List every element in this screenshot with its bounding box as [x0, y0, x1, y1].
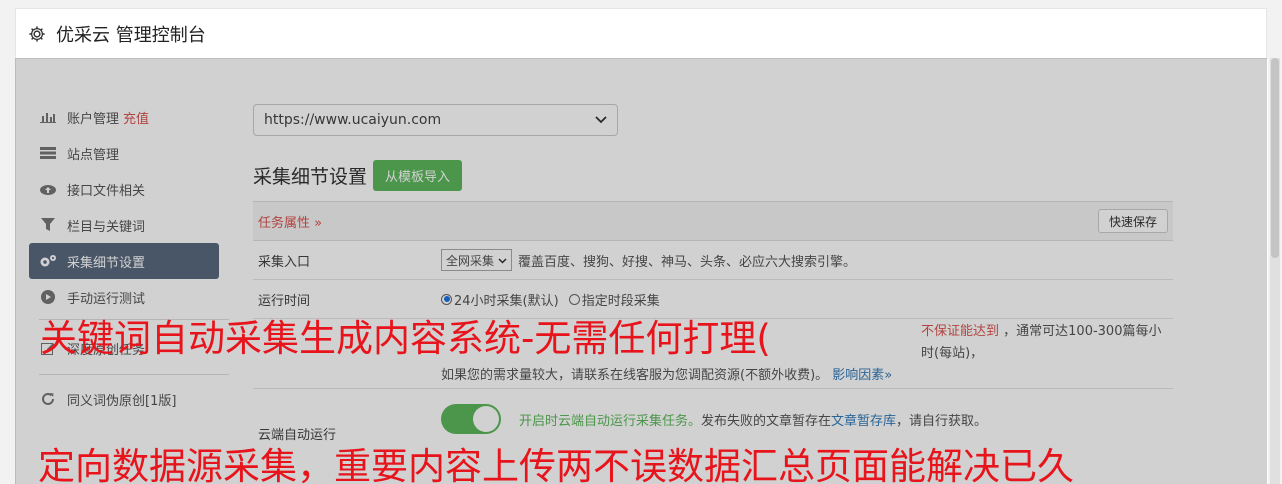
- sidebar-item-columns[interactable]: 栏目与关键词: [29, 207, 219, 243]
- scrollbar[interactable]: [1270, 58, 1280, 484]
- quick-save-button[interactable]: 快速保存: [1097, 209, 1168, 233]
- sidebar-item-label: 账户管理: [67, 111, 120, 127]
- chevron-down-icon: [498, 253, 507, 267]
- page-title: 优采云 管理控制台: [56, 24, 206, 46]
- row-label: 采集入口: [258, 254, 311, 270]
- chevron-down-icon: [595, 112, 607, 128]
- sidebar-item-label: 同义词伪原创[1版]: [67, 393, 177, 409]
- sidebar-item-label: 栏目与关键词: [67, 219, 146, 235]
- entry-select[interactable]: 全网采集: [441, 249, 513, 271]
- main-content: 账户管理 充值 站点管理 接口文件相关 栏目与关键词 采集细节设置 手动运行测试…: [16, 59, 1268, 484]
- sidebar-item-synonym[interactable]: 同义词伪原创[1版]: [29, 381, 219, 417]
- factors-link[interactable]: 影响因素»: [832, 368, 892, 383]
- site-select[interactable]: https://www.ucaiyun.com: [253, 104, 618, 136]
- site-select-value: https://www.ucaiyun.com: [264, 112, 442, 128]
- console-panel: 优采云 管理控制台 账户管理 充值 站点管理 接口文件相关 栏目与关键词 采集细…: [15, 8, 1268, 484]
- radio-label: 指定时段采集: [581, 293, 660, 309]
- bar-chart-icon: [39, 110, 57, 124]
- filter-icon: [39, 218, 57, 232]
- sidebar-item-label: 手动运行测试: [67, 291, 146, 307]
- play-circle-icon: [39, 290, 57, 304]
- cloud-run-desc: 开启时云端自动运行采集任务。: [519, 413, 702, 429]
- cloud-upload-icon: [39, 182, 57, 196]
- radio-dot: [568, 293, 580, 305]
- console-header: 优采云 管理控制台: [16, 9, 1266, 59]
- section-title-row: 采集细节设置 从模板导入: [253, 160, 1173, 191]
- section-title: 采集细节设置: [253, 166, 368, 188]
- server-icon: [39, 146, 57, 160]
- import-template-button[interactable]: 从模板导入: [373, 160, 463, 191]
- sidebar-item-sites[interactable]: 站点管理: [29, 135, 219, 171]
- refresh-icon: [39, 392, 57, 406]
- sidebar: 账户管理 充值 站点管理 接口文件相关 栏目与关键词 采集细节设置 手动运行测试…: [29, 99, 229, 417]
- task-props-toggle[interactable]: 任务属性 »: [258, 212, 322, 231]
- sidebar-item-label: 采集细节设置: [67, 255, 146, 271]
- cloud-run-text-2: ，请自行获取。: [896, 413, 988, 429]
- sidebar-item-label: 接口文件相关: [67, 183, 146, 199]
- sidebar-item-collect-settings[interactable]: 采集细节设置: [29, 243, 219, 279]
- speed-line-2: 如果您的需求量较大，请联系在线客服为您调配资源(不额外收费)。 影响因素»: [441, 365, 892, 387]
- overlay-caption-top: 关键词自动采集生成内容系统-无需任何打理(: [40, 317, 771, 360]
- speed-text-2: 如果您的需求量较大，请联系在线客服为您调配资源(不额外收费)。: [441, 367, 829, 383]
- sidebar-divider: [39, 374, 229, 375]
- sidebar-item-account[interactable]: 账户管理 充值: [29, 99, 219, 135]
- gears-icon: [39, 254, 57, 268]
- speed-warning: 不保证能达到: [921, 323, 1000, 339]
- row-entry: 采集入口 全网采集 覆盖百度、搜狗、好搜、神马、头条、必应六大搜索引擎。: [253, 241, 1173, 280]
- gear-icon: [28, 25, 46, 43]
- settings-main: https://www.ucaiyun.com 采集细节设置 从模板导入 任务属…: [253, 104, 1173, 449]
- sidebar-item-label: 站点管理: [67, 147, 120, 163]
- radio-24h[interactable]: 24小时采集(默认): [441, 290, 559, 309]
- sidebar-item-interface[interactable]: 接口文件相关: [29, 171, 219, 207]
- radio-label: 24小时采集(默认): [454, 293, 559, 309]
- overlay-caption-bottom: 定向数据源采集，重要内容上传两不误数据汇总页面能解决已久: [38, 445, 1074, 484]
- entry-description: 覆盖百度、搜狗、好搜、神马、头条、必应六大搜索引擎。: [518, 254, 857, 270]
- draft-library-link[interactable]: 文章暂存库: [831, 410, 896, 429]
- cloud-run-text: 发布失败的文章暂存在: [701, 413, 832, 429]
- scrollbar-thumb[interactable]: [1271, 58, 1279, 258]
- task-props-bar: 任务属性 » 快速保存: [253, 201, 1173, 241]
- recharge-link[interactable]: 充值: [123, 108, 149, 127]
- cloud-run-toggle[interactable]: [441, 404, 501, 434]
- entry-select-value: 全网采集: [446, 253, 495, 268]
- radio-period[interactable]: 指定时段采集: [568, 290, 660, 309]
- radio-dot: [441, 293, 452, 305]
